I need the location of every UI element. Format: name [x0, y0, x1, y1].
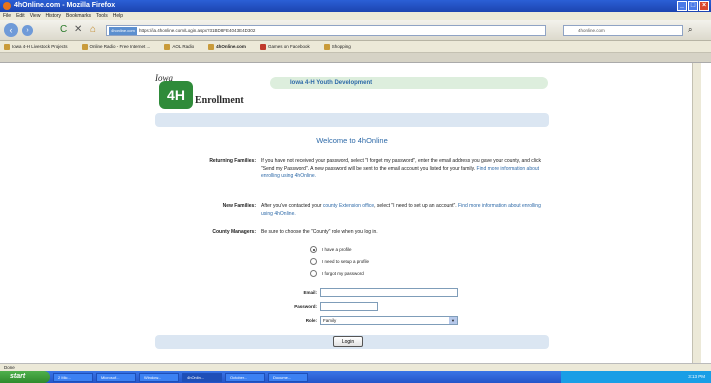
- reload-icon[interactable]: C: [60, 24, 67, 35]
- role-label: Role:: [305, 318, 317, 323]
- radio-button[interactable]: [310, 258, 317, 265]
- bookmark-item[interactable]: 4hOnline.com: [208, 41, 246, 52]
- welcome-heading: Welcome to 4hOnline: [316, 136, 388, 145]
- new-families-text: After you've contacted your county Exten…: [261, 203, 541, 217]
- forward-icon[interactable]: ›: [22, 25, 33, 36]
- vertical-scrollbar[interactable]: [692, 63, 701, 363]
- navigation-toolbar: ‹ › C ✕ ⌂ 4honline.com https://ia.4honli…: [0, 20, 711, 41]
- returning-families-text: If you have not received your password, …: [261, 158, 541, 179]
- bookmark-icon: [164, 43, 171, 50]
- role-select[interactable]: Family ▼: [320, 316, 458, 325]
- county-managers-label: County Managers:: [212, 229, 256, 235]
- menu-edit[interactable]: Edit: [16, 12, 25, 20]
- window-title-bar: 4hOnline.com - Mozilla Firefox _ □ ×: [0, 0, 711, 12]
- site-header-title: Iowa 4-H Youth Development: [270, 77, 548, 89]
- chevron-down-icon[interactable]: ▼: [449, 317, 457, 324]
- bookmark-item[interactable]: Shopping: [323, 41, 351, 52]
- bookmark-icon: [259, 43, 266, 50]
- search-icon[interactable]: ⌕: [688, 25, 692, 35]
- bookmark-icon: [81, 43, 88, 50]
- returning-families-row: Returning Families: If you have not rece…: [165, 158, 547, 181]
- new-families-row: New Families: After you've contacted you…: [165, 203, 547, 218]
- address-bar[interactable]: 4honline.com https://ia.4honline.com/Log…: [106, 25, 546, 36]
- url-text: https://ia.4honline.com/Login.aspx?31BD8…: [139, 28, 256, 33]
- menu-bar: File Edit View History Bookmarks Tools H…: [0, 12, 711, 20]
- county-extension-link[interactable]: county Extension office: [323, 203, 374, 209]
- menu-help[interactable]: Help: [113, 12, 123, 20]
- radio-forgot-password[interactable]: I forgot my password: [310, 270, 364, 277]
- taskbar-item[interactable]: Docume...: [268, 372, 308, 382]
- enrollment-logo: Iowa 4H Enrollment: [153, 73, 263, 111]
- status-bar: Done: [0, 363, 711, 371]
- taskbar-item[interactable]: 4hOnlin...: [182, 372, 222, 382]
- stop-icon[interactable]: ✕: [74, 24, 82, 35]
- firefox-icon: [3, 2, 11, 10]
- window-title: 4hOnline.com - Mozilla Firefox: [14, 2, 116, 9]
- county-managers-row: County Managers: Be sure to choose the "…: [165, 229, 547, 237]
- radio-have-profile[interactable]: I have a profile: [310, 246, 352, 253]
- password-field[interactable]: [320, 302, 378, 311]
- bookmark-icon: [208, 43, 215, 50]
- password-row: Password:: [260, 302, 378, 311]
- email-row: Email:: [260, 288, 458, 297]
- menu-bookmarks[interactable]: Bookmarks: [66, 12, 91, 20]
- bookmark-item[interactable]: AOL Radio: [164, 41, 194, 52]
- bookmark-item[interactable]: Iowa 4-H Livestock Projects: [4, 41, 68, 52]
- radio-label: I have a profile: [322, 247, 352, 252]
- close-button[interactable]: ×: [699, 1, 709, 11]
- returning-families-label: Returning Families:: [209, 158, 256, 164]
- status-text: Done: [4, 365, 15, 370]
- new-families-label: New Families:: [222, 203, 256, 209]
- minimize-button[interactable]: _: [677, 1, 687, 11]
- tab-strip: [0, 53, 711, 63]
- taskbar-item[interactable]: 2 Mic...: [53, 372, 93, 382]
- email-field[interactable]: [320, 288, 458, 297]
- taskbar-item[interactable]: Window...: [139, 372, 179, 382]
- maximize-button[interactable]: □: [688, 1, 698, 11]
- taskbar-item[interactable]: Microsof...: [96, 372, 136, 382]
- start-button[interactable]: start: [0, 371, 50, 383]
- login-button[interactable]: Login: [333, 336, 363, 347]
- bookmark-item[interactable]: Online Radio - Free Internet ...: [81, 41, 150, 52]
- bookmarks-toolbar: Iowa 4-H Livestock Projects Online Radio…: [0, 41, 711, 53]
- radio-label: I need to setup a profile: [322, 259, 370, 264]
- county-managers-text: Be sure to choose the "County" role when…: [261, 229, 378, 235]
- search-placeholder: 4honline.com: [578, 28, 605, 33]
- bookmark-item[interactable]: Games on Facebook: [259, 41, 310, 52]
- bookmark-icon: [4, 43, 10, 50]
- menu-history[interactable]: History: [45, 12, 61, 20]
- bookmark-icon: [323, 43, 330, 50]
- back-icon[interactable]: ‹: [4, 23, 18, 37]
- site-identity-badge[interactable]: 4honline.com: [109, 27, 137, 35]
- radio-button-selected[interactable]: [310, 246, 317, 253]
- menu-view[interactable]: View: [30, 12, 41, 20]
- email-label: Email:: [303, 290, 317, 295]
- password-label: Password:: [294, 304, 317, 309]
- header-band: [155, 113, 549, 127]
- radio-button[interactable]: [310, 270, 317, 277]
- search-input[interactable]: 4honline.com: [563, 25, 683, 36]
- windows-taskbar: start 2 Mic... Microsof... Window... 4hO…: [0, 371, 711, 383]
- clover-logo-icon: 4H: [159, 81, 193, 109]
- role-row: Role: Family ▼: [260, 316, 458, 325]
- home-icon[interactable]: ⌂: [90, 24, 96, 35]
- radio-setup-profile[interactable]: I need to setup a profile: [310, 258, 369, 265]
- menu-tools[interactable]: Tools: [96, 12, 108, 20]
- role-selected-value: Family: [323, 318, 337, 323]
- system-tray: 3:13 PM: [561, 371, 711, 383]
- menu-file[interactable]: File: [3, 12, 11, 20]
- taskbar-item[interactable]: October...: [225, 372, 265, 382]
- logo-enrollment-text: Enrollment: [195, 95, 244, 106]
- clock: 3:13 PM: [688, 374, 705, 379]
- radio-label: I forgot my password: [322, 271, 364, 276]
